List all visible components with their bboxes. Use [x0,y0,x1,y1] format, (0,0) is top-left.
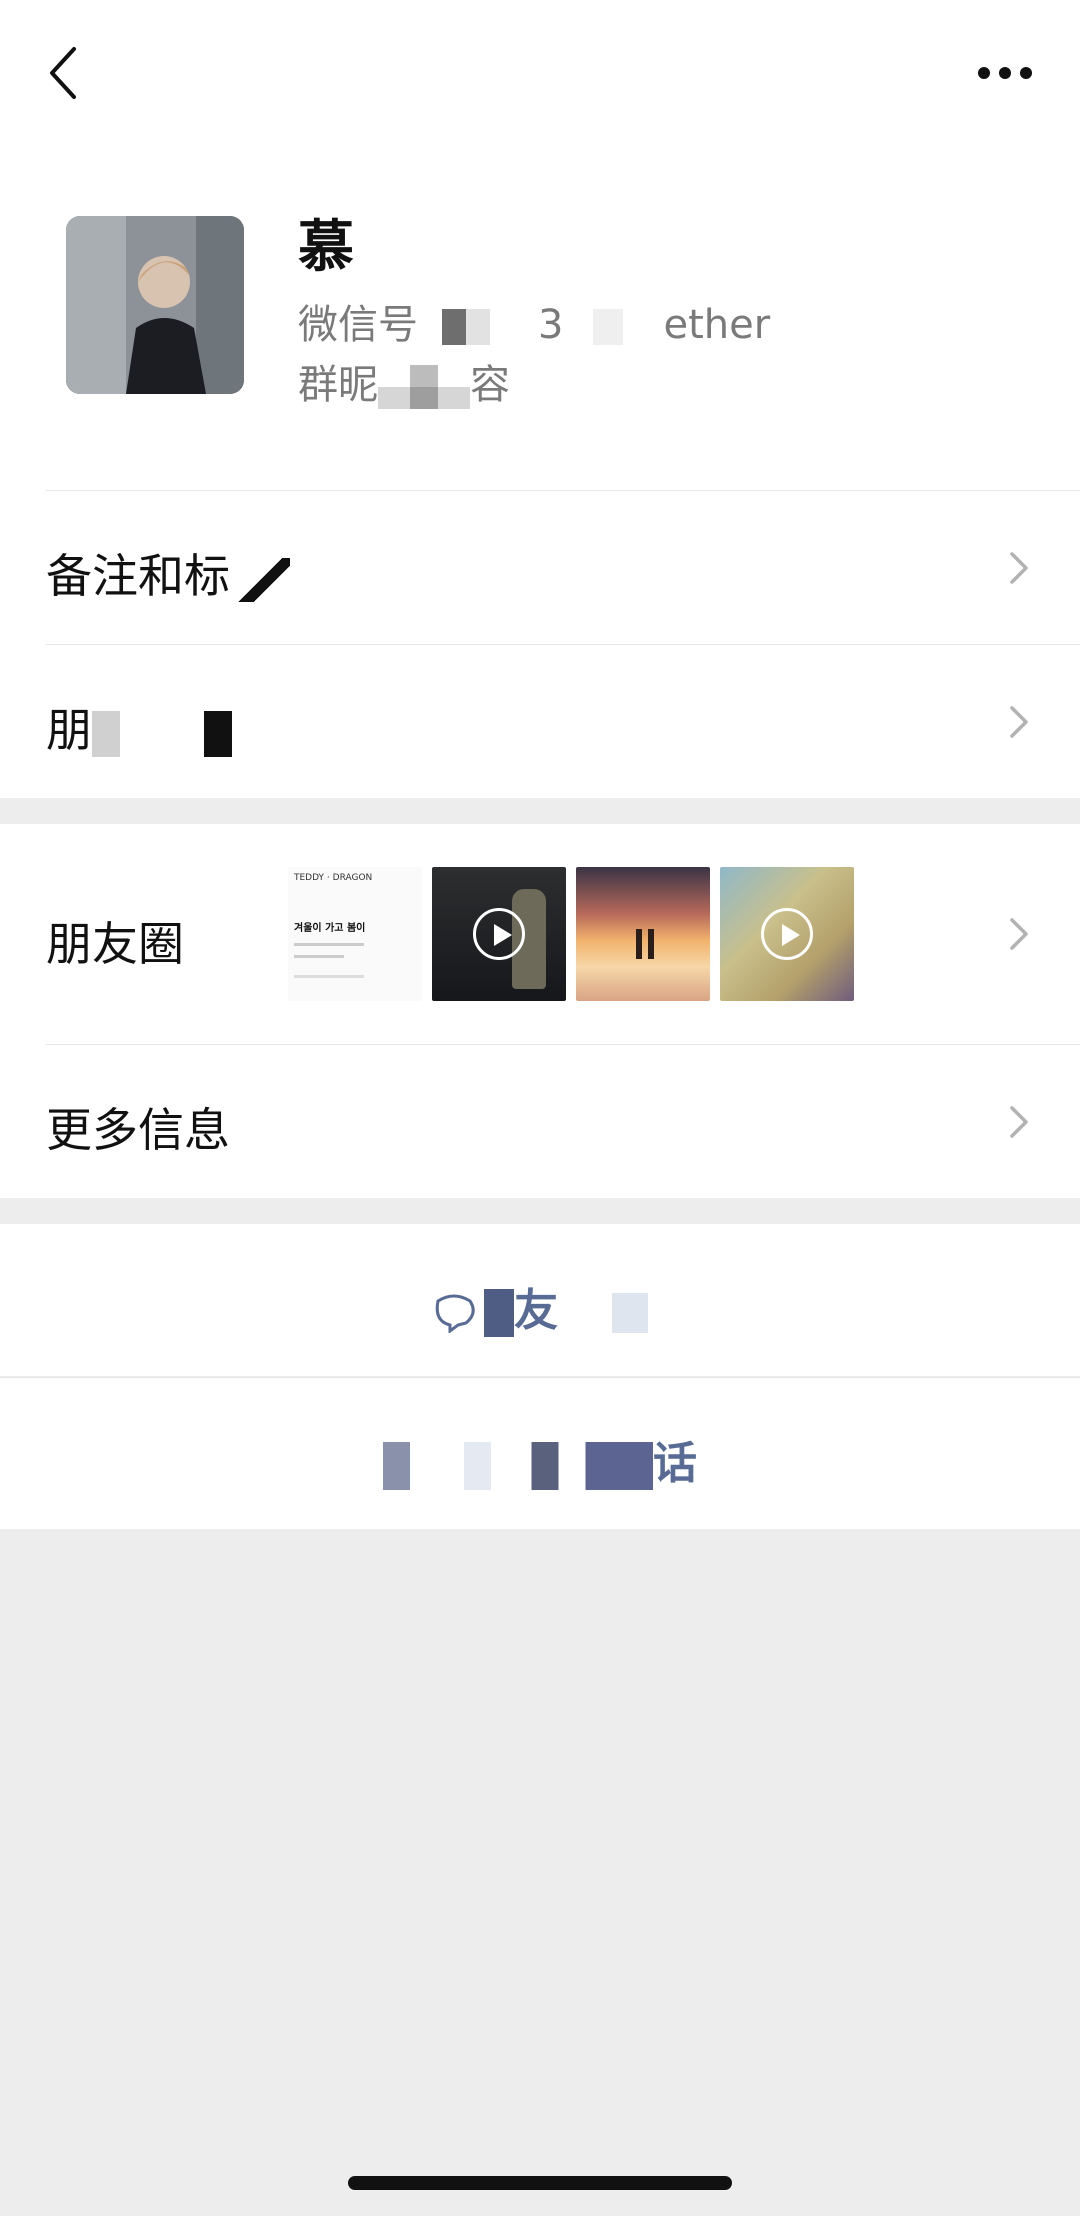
voice-video-call-button[interactable]: 话 [0,1377,1080,1529]
moments-thumbnail-video [720,867,854,1001]
friend-permissions-row[interactable]: 朋 [0,644,1080,798]
mosaic-block [558,1293,648,1333]
more-button[interactable] [960,38,1050,108]
wechat-id-suffix: ether [663,302,771,348]
home-indicator [348,2176,732,2190]
remarks-and-tags-row[interactable]: 备注和标 [0,490,1080,644]
row-label: 朋 [46,694,232,760]
remarks-label: 备注和标 [46,549,230,603]
play-icon [473,908,525,960]
back-button[interactable] [28,38,98,108]
moments-thumbnail [576,867,710,1001]
avatar-photo [66,216,244,394]
wechat-id-line: 微信号 3 ether [298,292,770,350]
wechat-id-partial: 3 [538,302,564,348]
mosaic-block [383,1442,653,1490]
more-info-row[interactable]: 更多信息 [0,1044,1080,1198]
chevron-left-icon [50,47,76,99]
thumb-brand: TEDDY · DRAGON [294,873,373,883]
mosaic-block [484,1289,514,1337]
group-nickname-line: 群昵 容 [298,352,510,410]
chevron-right-icon [1010,706,1028,738]
mosaic-block [378,365,470,409]
mosaic-block [418,309,538,345]
profile-card: 慕 微信号 3 ether 群昵 容 [0,150,1080,490]
divider [46,490,1080,491]
mosaic-block [563,309,664,345]
row-label: 朋友圈 [46,917,184,971]
wechat-id-prefix: 微信号 [298,302,418,348]
avatar[interactable] [66,216,244,394]
send-message-button[interactable]: 友 [0,1224,1080,1376]
row-label: 更多信息 [46,1103,230,1157]
moments-row[interactable]: 朋友圈 TEDDY · DRAGON 겨울이 가고 봄이 [0,824,1080,1044]
more-horizontal-icon [978,67,1032,79]
send-message-label: 友 [0,1274,1080,1338]
chat-bubble-icon [435,1294,475,1334]
chevron-right-icon [1010,918,1028,950]
row-label: 备注和标 [46,540,290,606]
divider [46,644,1080,645]
group-nickname-prefix: 群昵 [298,362,378,408]
call-partial: 话 [653,1438,697,1489]
top-bar [0,0,1080,150]
chevron-right-icon [1010,552,1028,584]
moments-thumbnail-video [432,867,566,1001]
divider [0,1377,1080,1378]
group-nickname-suffix: 容 [470,362,510,408]
call-label: 话 [0,1427,1080,1491]
friend-perms-label: 朋 [46,703,92,757]
chevron-right-icon [1010,1106,1028,1138]
mosaic-block [92,710,232,757]
contact-name: 慕 [298,215,354,280]
moments-thumbnail: TEDDY · DRAGON 겨울이 가고 봄이 [288,867,422,1001]
mosaic-block [230,557,290,602]
send-message-partial: 友 [514,1285,558,1336]
divider [46,1044,1080,1045]
play-icon [761,908,813,960]
thumb-text: 겨울이 가고 봄이 [294,923,366,934]
